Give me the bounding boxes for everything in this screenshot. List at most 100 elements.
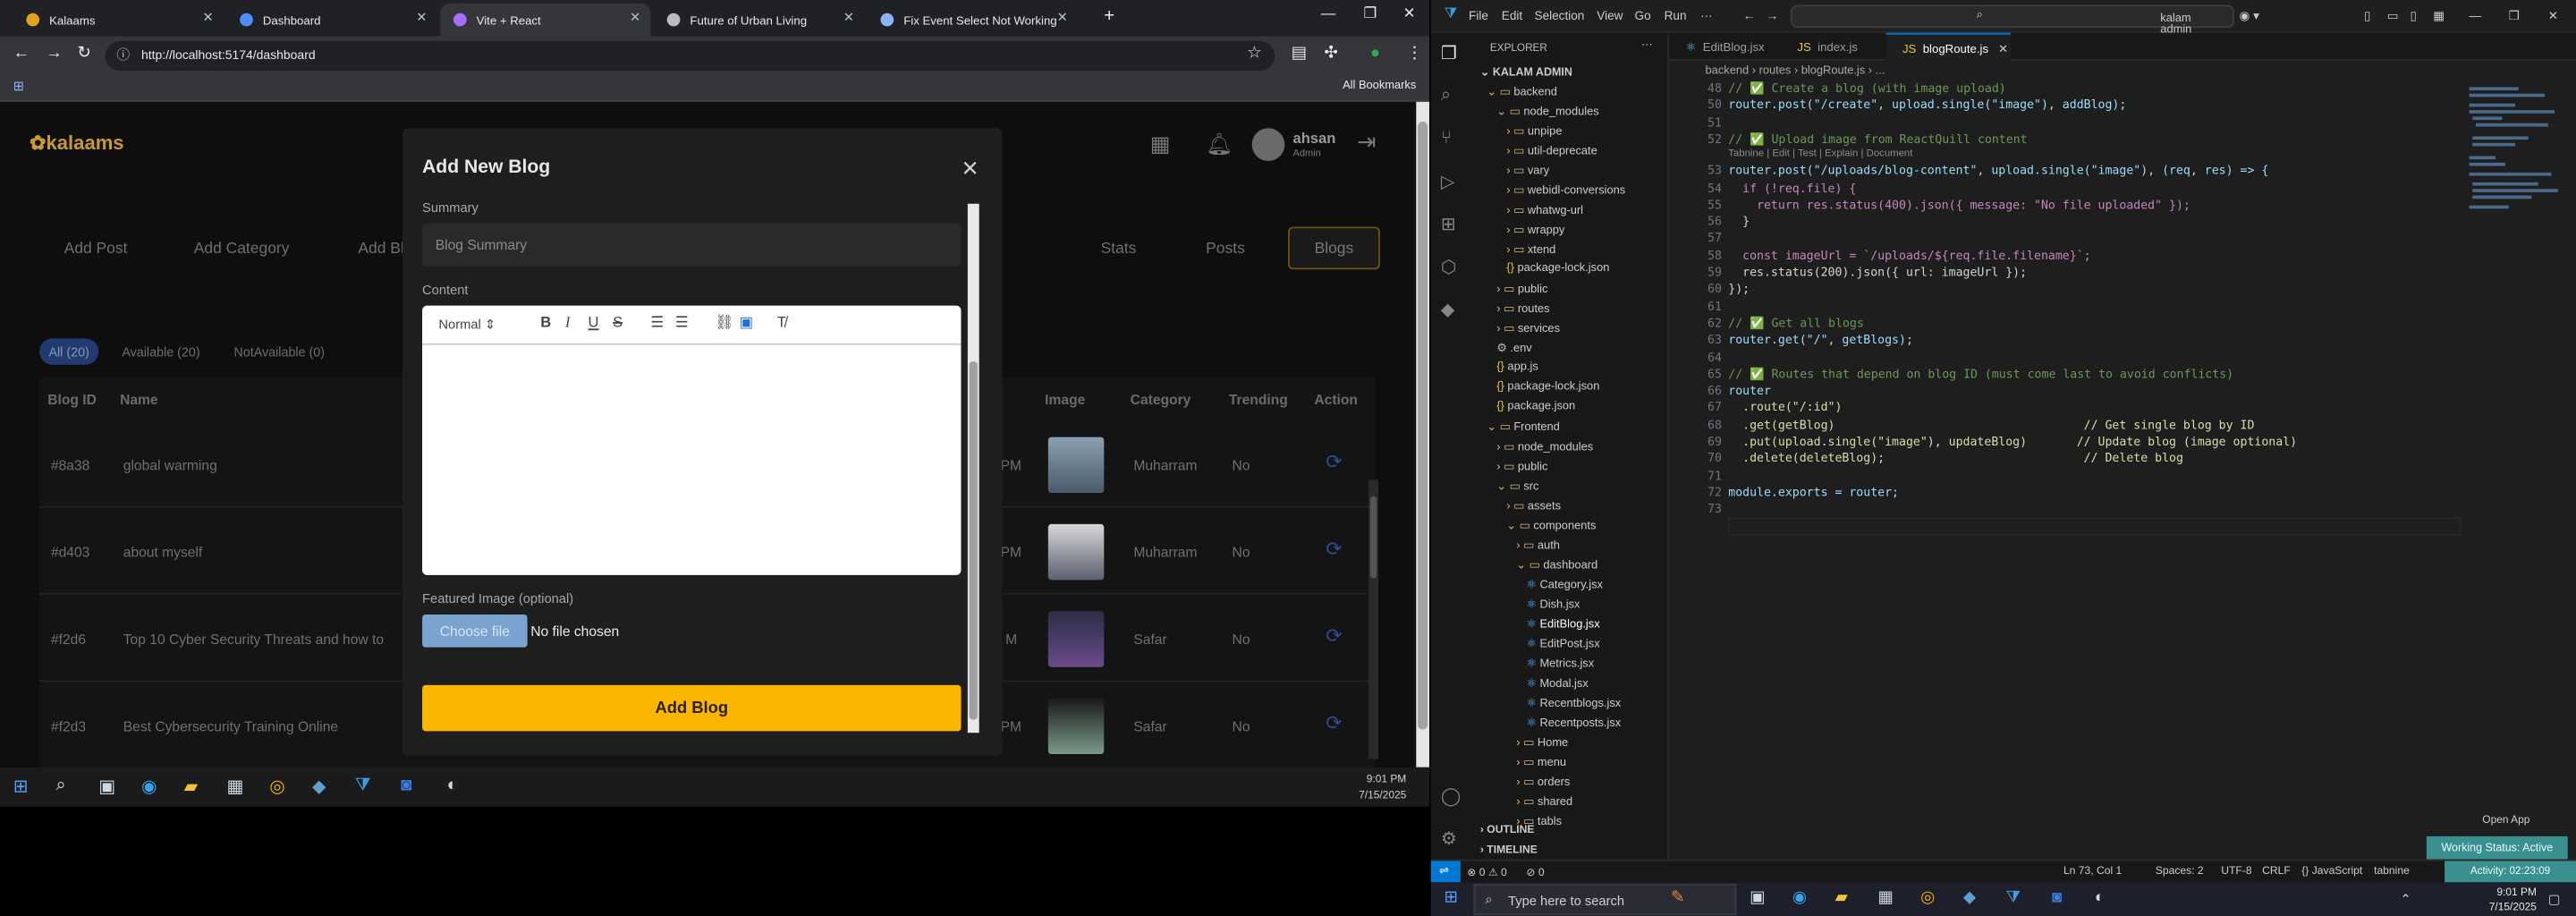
address-bar[interactable]: ⓘ http://localhost:5174/dashboard ☆: [105, 40, 1275, 71]
strike-icon[interactable]: S: [613, 314, 623, 330]
tree-item[interactable]: ⌄ ▭ components: [1506, 519, 1596, 532]
extensions-icon[interactable]: ⊞: [1441, 214, 1456, 235]
command-search[interactable]: ⌕ kalam admin: [1791, 4, 2234, 36]
tree-item[interactable]: › ▭ public: [1496, 460, 1547, 473]
close-tab-icon[interactable]: ✕: [630, 10, 640, 25]
filter-available[interactable]: Available (20): [112, 338, 210, 364]
tab-vite-react[interactable]: Vite + React ✕: [440, 3, 651, 37]
tabnine-status[interactable]: tabnine: [2374, 866, 2410, 878]
profile-avatar-icon[interactable]: ●: [1370, 45, 1380, 63]
content-editor[interactable]: Normal ⇕ B I U S ☰ ☰ ⛓ ▣ T̸: [422, 305, 962, 575]
image-icon[interactable]: ▣: [740, 314, 754, 332]
add-blog-button[interactable]: Add Bl: [358, 240, 403, 258]
copilot-icon[interactable]: ◉ ▾: [2239, 8, 2258, 23]
tree-item[interactable]: ⌄ ▭ backend: [1487, 86, 1557, 98]
layout-sidebar-icon[interactable]: ▯: [2364, 8, 2370, 23]
underline-icon[interactable]: U: [589, 314, 599, 330]
tree-item[interactable]: {} package-lock.json: [1506, 263, 1609, 275]
ports-count[interactable]: ⊘ 0: [1526, 866, 1544, 879]
file-explorer-icon[interactable]: ▰: [184, 776, 199, 797]
run-debug-icon[interactable]: ▷: [1441, 171, 1455, 192]
new-tab-plus-icon[interactable]: +: [1104, 6, 1114, 26]
submit-add-blog-button[interactable]: Add Blog: [422, 684, 962, 732]
back-arrow-icon[interactable]: ←: [1743, 8, 1756, 23]
menu-view[interactable]: View: [1597, 8, 1623, 23]
tree-item[interactable]: › ▭ node_modules: [1496, 440, 1593, 454]
tree-item[interactable]: ⚛ EditPost.jsx: [1526, 638, 1599, 650]
maximize-icon[interactable]: ❐: [2509, 8, 2520, 23]
bullet-list-icon[interactable]: ☰: [675, 314, 689, 332]
clear-format-icon[interactable]: T̸: [777, 314, 786, 330]
menu-go[interactable]: Go: [1635, 8, 1651, 23]
remote-icon[interactable]: ⬡: [1441, 257, 1457, 277]
ordered-list-icon[interactable]: ☰: [650, 314, 664, 332]
tree-item[interactable]: › ▭ whatwg-url: [1506, 204, 1583, 217]
search-highlight-icon[interactable]: ✎: [1671, 889, 1684, 907]
apps-grid-icon[interactable]: ⊞: [13, 79, 24, 94]
featured-image-input[interactable]: Choose file No file chosen: [422, 614, 961, 650]
chrome-icon[interactable]: ◎: [1920, 889, 1935, 907]
tree-item[interactable]: › ▭ shared: [1516, 795, 1572, 809]
modal-scrollbar[interactable]: [967, 203, 979, 734]
format-select[interactable]: Normal ⇕: [438, 317, 496, 332]
menu-file[interactable]: File: [1469, 8, 1488, 23]
encoding[interactable]: UTF-8: [2221, 866, 2251, 878]
menu-edit[interactable]: Edit: [1502, 8, 1522, 23]
kalaams-logo[interactable]: ✿kalaams: [30, 131, 123, 155]
store-icon[interactable]: ▦: [1877, 889, 1893, 907]
tree-item[interactable]: {} package-lock.json: [1496, 381, 1599, 393]
app-icon[interactable]: ◐: [447, 776, 458, 795]
tree-item[interactable]: ⚛ Metrics.jsx: [1526, 657, 1594, 671]
nav-posts[interactable]: Posts: [1206, 240, 1245, 258]
tree-item[interactable]: › ▭ services: [1496, 322, 1560, 335]
minimap[interactable]: [2466, 81, 2564, 228]
edit-sync-icon[interactable]: ⟳: [1326, 624, 1342, 648]
maximize-icon[interactable]: ❐: [1363, 5, 1377, 23]
tree-item[interactable]: ⌄ ▭ dashboard: [1516, 558, 1597, 572]
app-icon[interactable]: ◆: [312, 776, 326, 797]
choose-file-button[interactable]: Choose file: [422, 614, 528, 648]
tab-blogroute[interactable]: JS blogRoute.js ✕: [1885, 32, 2012, 61]
close-tab-icon[interactable]: ✕: [1057, 10, 1068, 25]
filter-not-available[interactable]: NotAvailable (0): [224, 338, 335, 364]
zoom-icon[interactable]: ◙: [2052, 889, 2062, 907]
reload-icon[interactable]: ↻: [77, 45, 90, 63]
taskbar-clock[interactable]: 9:01 PM 7/15/2025: [1359, 772, 1406, 805]
indent-spaces[interactable]: Spaces: 2: [2156, 866, 2204, 878]
tree-item[interactable]: › ▭ assets: [1506, 499, 1561, 513]
tree-item[interactable]: › ▭ public: [1496, 283, 1547, 296]
layout-panel-icon[interactable]: ▭: [2387, 8, 2399, 23]
edge-icon[interactable]: ◉: [1792, 889, 1807, 907]
tree-item[interactable]: {} app.js: [1496, 361, 1538, 373]
grid-icon[interactable]: ▦: [1150, 131, 1171, 157]
tree-item[interactable]: ⌄ ▭ Frontend: [1487, 420, 1560, 434]
tree-item[interactable]: ⚛ Recentblogs.jsx: [1526, 697, 1621, 710]
task-view-icon[interactable]: ▣: [98, 776, 115, 797]
tree-item[interactable]: › ▭ xtend: [1506, 243, 1555, 257]
tree-item[interactable]: › ▭ menu: [1516, 756, 1566, 769]
reading-list-icon[interactable]: ▤: [1292, 45, 1307, 63]
breadcrumb[interactable]: backend › routes › blogRoute.js › ...: [1706, 65, 1885, 77]
tree-item[interactable]: ⚛ Recentposts.jsx: [1526, 717, 1621, 730]
tree-item[interactable]: ⌄ ▭ src: [1496, 479, 1538, 493]
forward-arrow-icon[interactable]: →: [46, 45, 62, 63]
code-editor[interactable]: // ✅ Create a blog (with image upload) ro…: [1728, 81, 2468, 852]
windows-start-icon[interactable]: ⊞: [1444, 889, 1457, 907]
tree-item[interactable]: › ▭ webidl-conversions: [1506, 184, 1625, 198]
problems-count[interactable]: ⊗ 0 ⚠ 0: [1467, 866, 1507, 879]
source-control-icon[interactable]: ⑂: [1441, 128, 1452, 148]
account-icon[interactable]: ◯: [1441, 785, 1462, 807]
edit-sync-icon[interactable]: ⟳: [1326, 711, 1342, 734]
tab-index[interactable]: JS index.js: [1781, 33, 1886, 61]
add-post-button[interactable]: Add Post: [64, 240, 128, 258]
close-window-icon[interactable]: ✕: [2548, 8, 2558, 23]
layout-secondary-icon[interactable]: ▯: [2410, 8, 2416, 23]
close-tab-icon[interactable]: ✕: [843, 10, 854, 25]
tab-future-urban-living[interactable]: Future of Urban Living ✕: [654, 4, 864, 37]
tree-item[interactable]: › ▭ orders: [1516, 776, 1570, 789]
link-icon[interactable]: ⛓: [715, 314, 733, 332]
app-icon[interactable]: ◐: [2095, 889, 2105, 907]
more-menu-icon[interactable]: ⋮: [1406, 45, 1422, 63]
nav-stats[interactable]: Stats: [1101, 240, 1137, 258]
page-scrollbar[interactable]: [1416, 101, 1429, 768]
